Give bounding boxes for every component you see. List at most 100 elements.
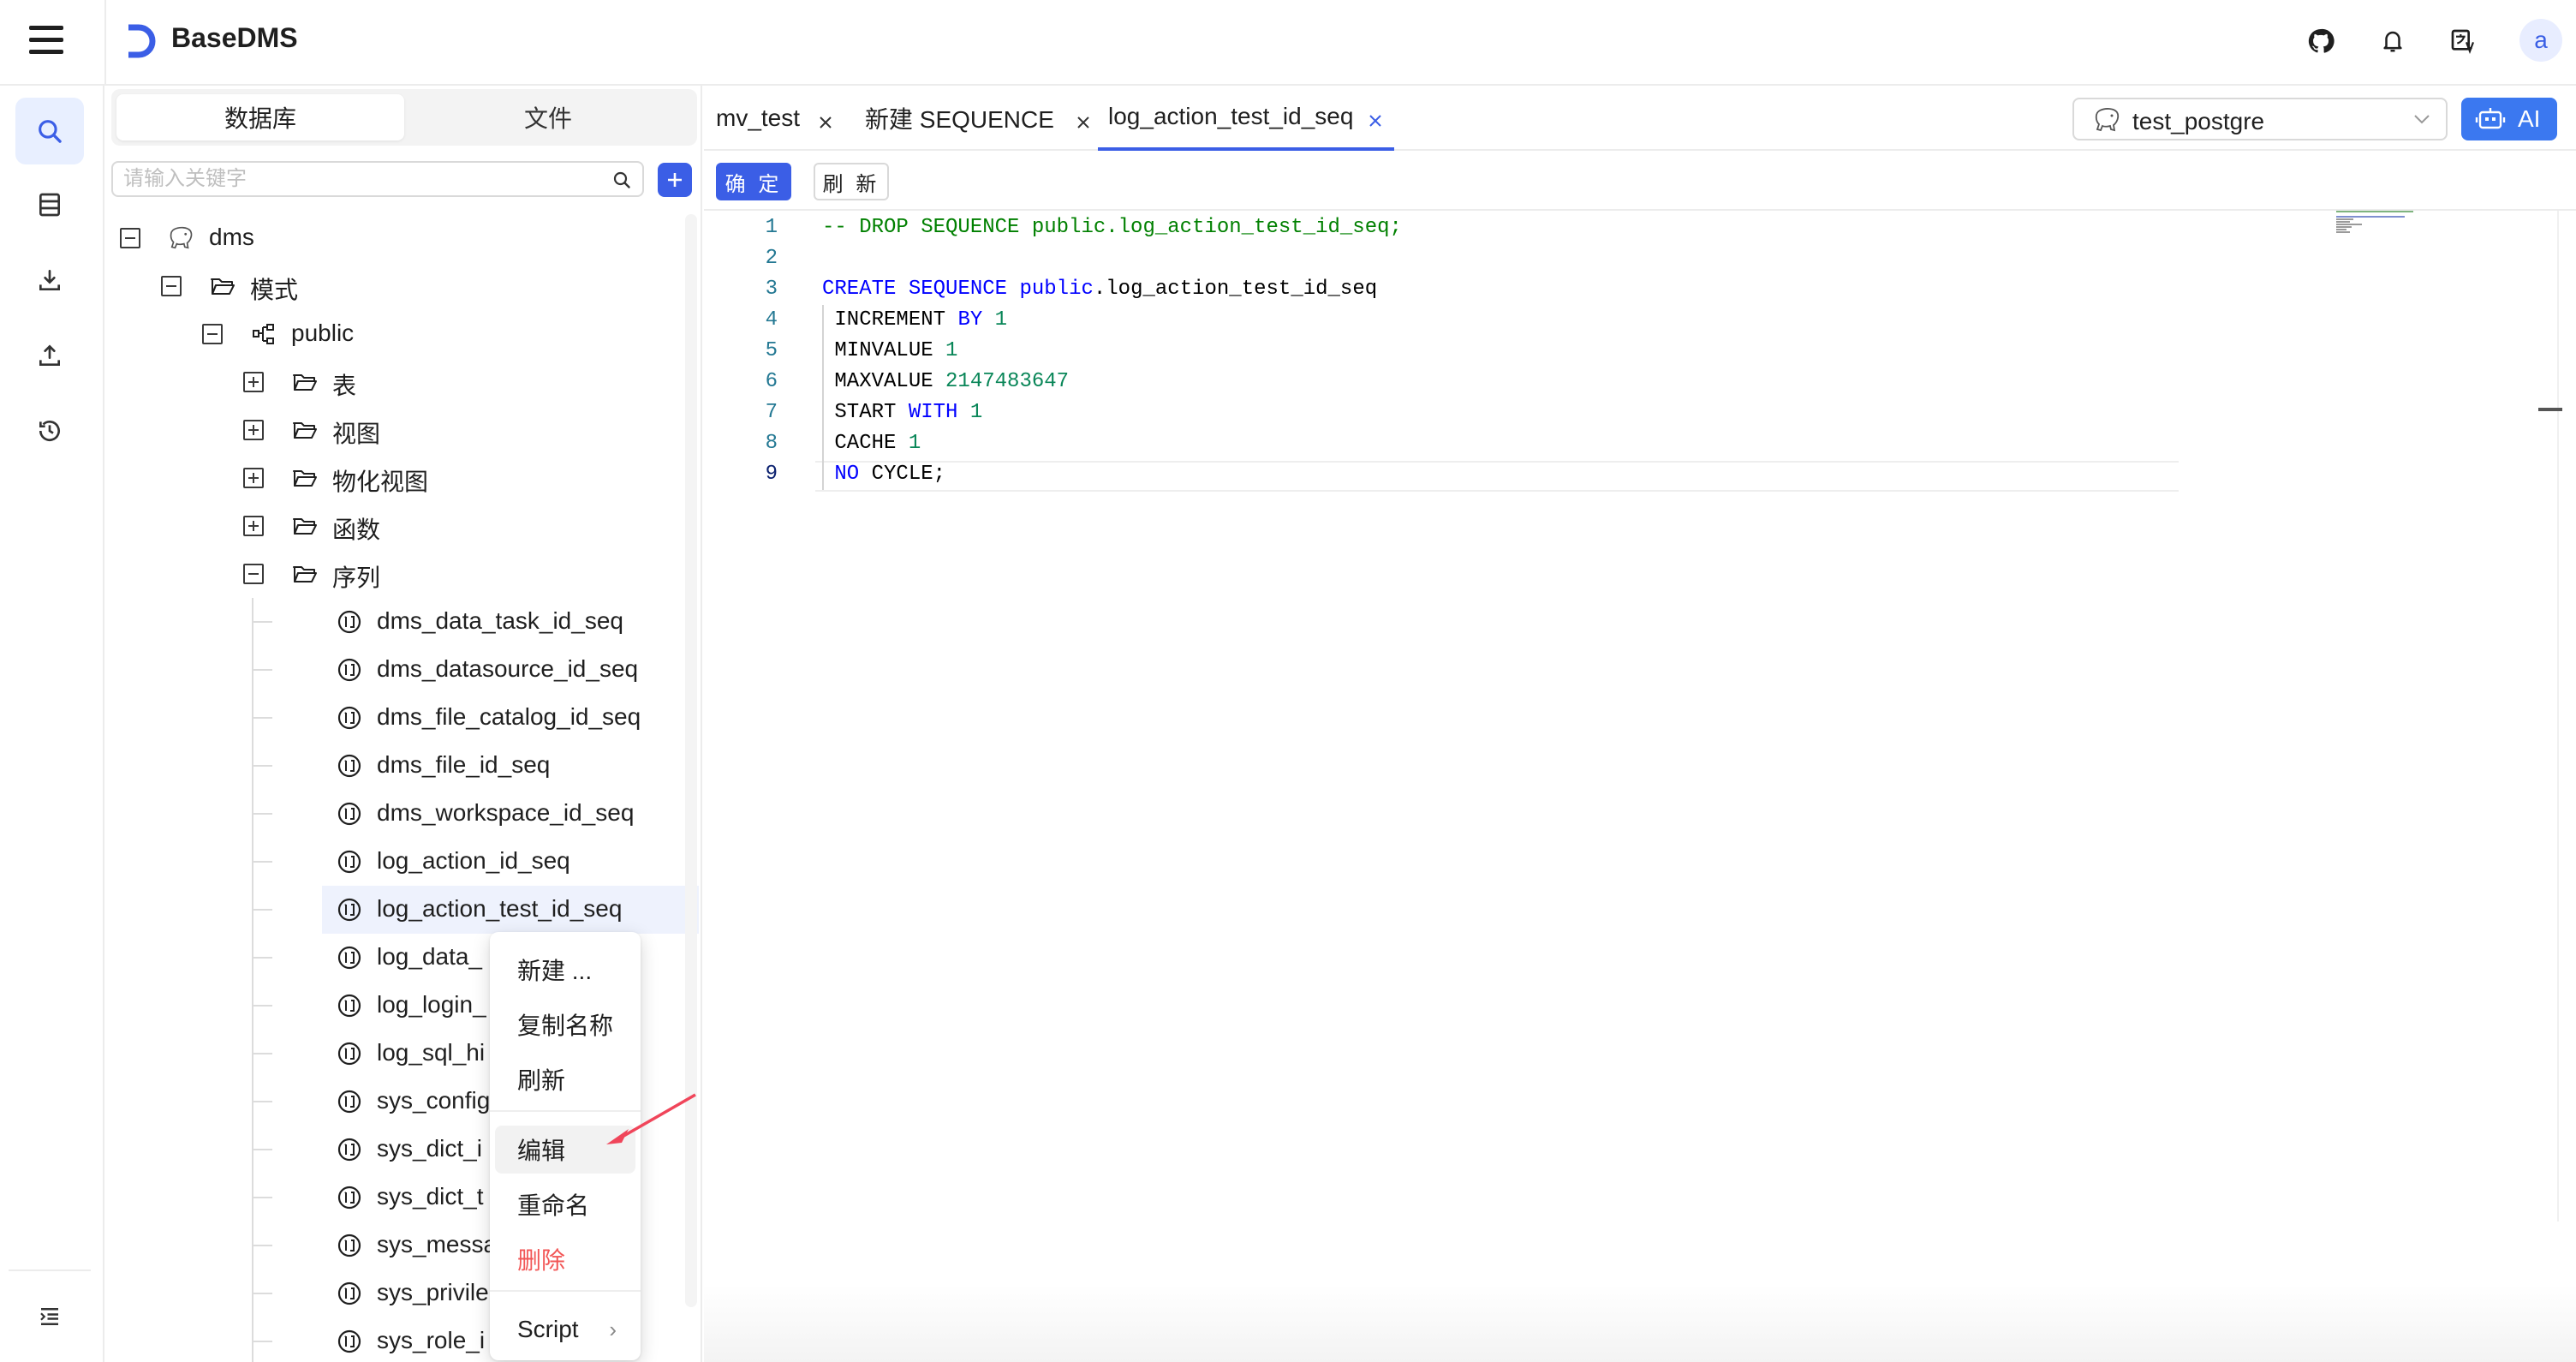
collapse-toggle-icon[interactable] xyxy=(202,324,223,344)
tree-item-label: sys_dict_i xyxy=(377,1135,482,1162)
close-icon[interactable] xyxy=(1075,110,1092,128)
tree-item[interactable]: 视图 xyxy=(106,406,699,454)
context-menu-item[interactable]: 复制名称 xyxy=(495,1001,635,1048)
tab-files[interactable]: 文件 xyxy=(404,94,692,140)
download-icon[interactable] xyxy=(15,247,84,314)
folder-open-icon xyxy=(291,512,319,540)
tree-item-label: log_action_test_id_seq xyxy=(377,895,623,922)
tree-guide-line xyxy=(253,765,272,767)
tree-item-label: 视图 xyxy=(332,421,381,447)
minimap[interactable] xyxy=(2336,211,2422,245)
refresh-button[interactable]: 刷 新 xyxy=(814,163,889,200)
tab-label: mv_test xyxy=(716,105,801,131)
line-number: 7 xyxy=(765,401,778,424)
tree-item[interactable]: dms_workspace_id_seq xyxy=(106,790,699,838)
chevron-down-icon xyxy=(2414,115,2430,124)
tree-guide-line xyxy=(253,1005,272,1007)
tree-guide-line xyxy=(253,1245,272,1246)
search-icon[interactable] xyxy=(15,98,84,164)
tree-item[interactable]: log_action_id_seq xyxy=(106,838,699,886)
tree-guide-line xyxy=(253,1341,272,1342)
add-connection-button[interactable] xyxy=(658,163,692,197)
expand-toggle-icon[interactable] xyxy=(243,516,264,536)
context-menu-item[interactable]: 删除 xyxy=(495,1235,635,1283)
code-line[interactable]: 6 MAXVALUE 2147483647 xyxy=(704,370,2331,401)
tree-item[interactable]: dms_file_id_seq xyxy=(106,742,699,790)
sequence-icon xyxy=(336,1088,363,1115)
github-icon[interactable] xyxy=(2304,24,2338,58)
connection-select[interactable]: test_postgre xyxy=(2072,98,2448,140)
tree-item-label: dms xyxy=(209,224,254,250)
code-line[interactable]: 2 xyxy=(704,247,2331,278)
collapse-menu-icon[interactable] xyxy=(15,1283,84,1350)
expand-toggle-icon[interactable] xyxy=(243,372,264,392)
sequence-icon xyxy=(336,848,363,875)
context-menu-item[interactable]: 重命名 xyxy=(495,1180,635,1228)
avatar[interactable]: a xyxy=(2519,19,2562,62)
confirm-button[interactable]: 确 定 xyxy=(716,163,791,200)
sequence-icon xyxy=(336,608,363,636)
tree-item[interactable]: dms xyxy=(106,214,699,262)
tab-log-action-test-id-seq[interactable]: log_action_test_id_seq xyxy=(1098,86,1395,151)
editor-scrollbar[interactable] xyxy=(2557,211,2576,1222)
tree-guide-line xyxy=(253,1293,272,1294)
tab-database[interactable]: 数据库 xyxy=(116,94,404,140)
tree-item[interactable]: dms_data_task_id_seq xyxy=(106,598,699,646)
upload-icon[interactable] xyxy=(15,322,84,389)
tree-item-label: log_sql_hi xyxy=(377,1039,486,1066)
tree-item-label: 序列 xyxy=(332,565,381,591)
menu-divider xyxy=(490,1290,641,1292)
tree-guide-line xyxy=(253,861,272,863)
schema-icon xyxy=(250,320,277,348)
tree-item[interactable]: dms_file_catalog_id_seq xyxy=(106,694,699,742)
translate-icon[interactable] xyxy=(2446,24,2480,58)
context-menu-item[interactable]: Script › xyxy=(495,1305,635,1353)
tree-item[interactable]: 模式 xyxy=(106,262,699,310)
tree-item[interactable]: 表 xyxy=(106,358,699,406)
close-icon[interactable] xyxy=(817,110,834,128)
tab-new-sequence[interactable]: 新建 SEQUENCE xyxy=(865,86,1092,151)
code-line[interactable]: 3 CREATE SEQUENCE public.log_action_test_… xyxy=(704,278,2331,308)
search-input[interactable] xyxy=(123,166,603,192)
tree-item-label: public xyxy=(291,320,355,346)
code-line[interactable]: 4 INCREMENT BY 1 xyxy=(704,308,2331,339)
history-icon[interactable] xyxy=(15,397,84,464)
ai-button[interactable]: AI xyxy=(2461,98,2557,140)
tree-item[interactable]: 序列 xyxy=(106,550,699,598)
code-line[interactable]: 7 START WITH 1 xyxy=(704,401,2331,432)
document-list-icon[interactable] xyxy=(15,171,84,238)
menu-toggle-icon[interactable] xyxy=(29,26,63,55)
tree-item[interactable]: log_action_test_id_seq xyxy=(106,886,699,934)
collapse-toggle-icon[interactable] xyxy=(161,276,182,296)
folder-open-icon xyxy=(291,368,319,396)
context-menu-item[interactable]: 新建 ... xyxy=(495,946,635,994)
code-line[interactable]: 5 MINVALUE 1 xyxy=(704,339,2331,370)
tree-item[interactable]: 物化视图 xyxy=(106,454,699,502)
sequence-icon xyxy=(336,1136,363,1163)
collapse-toggle-icon[interactable] xyxy=(120,228,140,248)
annotation-arrow xyxy=(606,1093,696,1144)
sql-editor[interactable]: 1 -- DROP SEQUENCE public.log_action_test… xyxy=(704,212,2576,1223)
menu-item-label: 刷新 xyxy=(517,1067,566,1094)
tree-item[interactable]: public xyxy=(106,310,699,358)
tree-item-label: 表 xyxy=(332,373,357,399)
code-line[interactable]: 8 CACHE 1 xyxy=(704,432,2331,463)
code-text: INCREMENT BY 1 xyxy=(822,308,1008,332)
search-icon[interactable] xyxy=(611,170,632,190)
tree-guide-line xyxy=(253,957,272,959)
header-divider xyxy=(104,0,106,86)
code-line[interactable]: 1 -- DROP SEQUENCE public.log_action_test… xyxy=(704,216,2331,247)
tab-mv-test[interactable]: mv_test xyxy=(716,86,834,151)
line-number: 9 xyxy=(765,463,778,486)
sequence-icon xyxy=(336,896,363,923)
tree-item[interactable]: 函数 xyxy=(106,502,699,550)
tree-item[interactable]: dms_datasource_id_seq xyxy=(106,646,699,694)
collapse-toggle-icon[interactable] xyxy=(243,564,264,584)
expand-toggle-icon[interactable] xyxy=(243,420,264,440)
close-icon[interactable] xyxy=(1367,108,1384,127)
scrollbar-cursor-marker xyxy=(2538,408,2562,411)
expand-toggle-icon[interactable] xyxy=(243,468,264,488)
bell-icon[interactable] xyxy=(2376,24,2410,58)
folder-open-icon xyxy=(291,464,319,492)
code-line[interactable]: 9 NO CYCLE; xyxy=(704,463,2331,493)
